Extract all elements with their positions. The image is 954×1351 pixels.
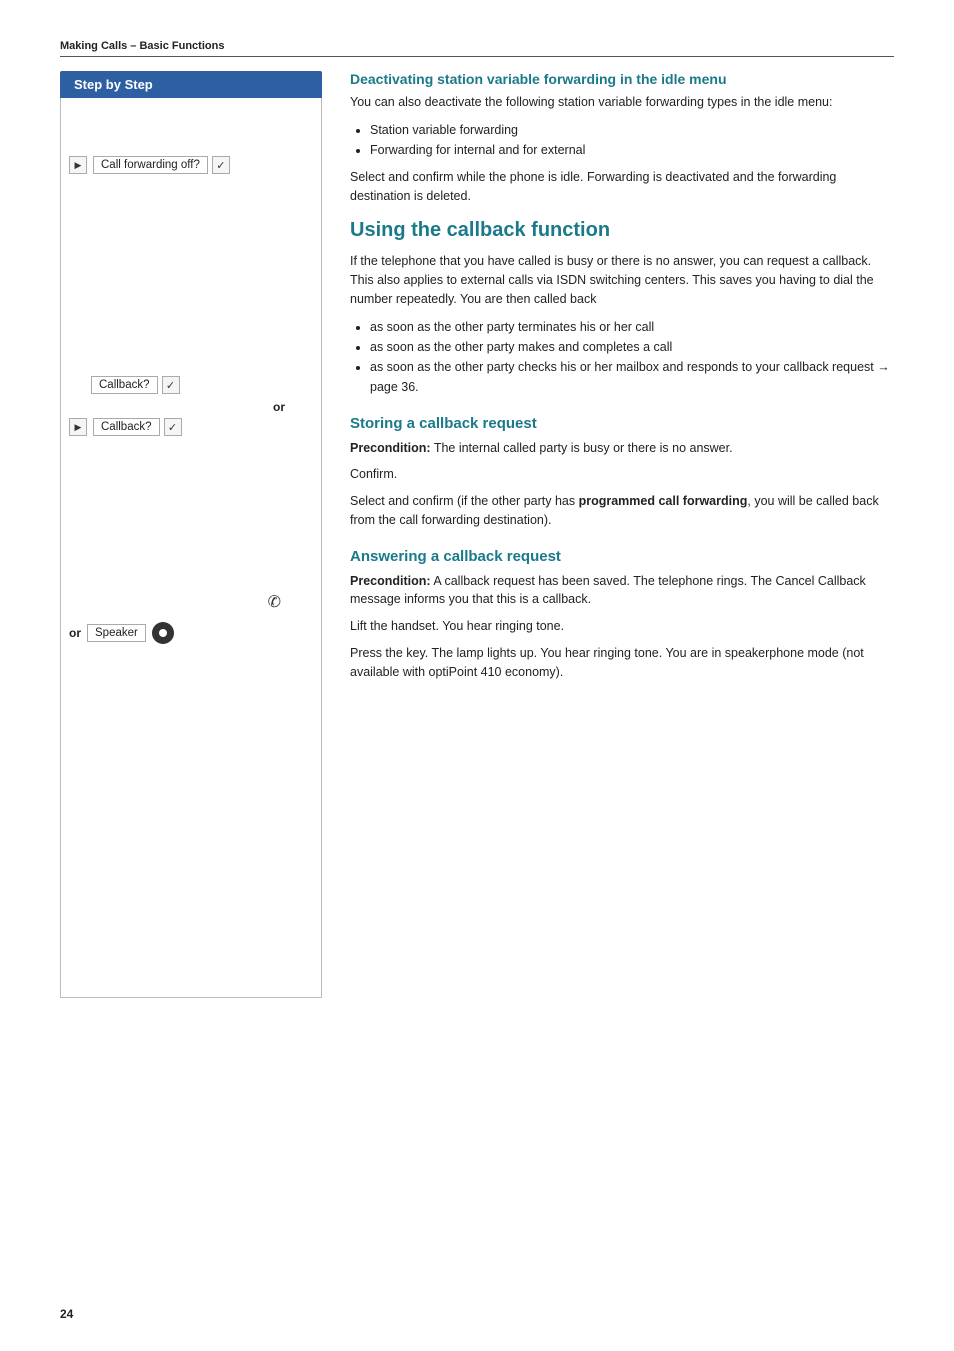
speaker-label[interactable]: Speaker xyxy=(87,624,146,642)
answering-speaker: Press the key. The lamp lights up. You h… xyxy=(350,644,894,682)
spacer-4 xyxy=(69,562,313,592)
handset-row: ✆ xyxy=(69,592,313,612)
play-icon-call-forwarding: ▶ xyxy=(69,156,87,174)
spacer-3 xyxy=(69,442,313,562)
callback-bullet-2: as soon as the other party makes and com… xyxy=(370,337,894,357)
deactivating-select-text: Select and confirm while the phone is id… xyxy=(350,168,894,206)
page-header: Making Calls – Basic Functions xyxy=(60,40,894,57)
deactivating-bullets: Station variable forwarding Forwarding f… xyxy=(350,120,894,160)
check-icon-callback-1[interactable]: ✓ xyxy=(162,376,180,394)
answering-precondition-label: Precondition: xyxy=(350,574,431,588)
handset-icon: ✆ xyxy=(268,592,281,612)
callback-intro: If the telephone that you have called is… xyxy=(350,252,894,308)
callback-1-label[interactable]: Callback? xyxy=(91,376,158,394)
or-label-1: or xyxy=(69,400,313,414)
storing-precondition-text: The internal called party is busy or the… xyxy=(434,441,733,455)
callback-bullet-3: as soon as the other party checks his or… xyxy=(370,357,894,397)
deactivating-heading: Deactivating station variable forwarding… xyxy=(350,71,894,87)
or-label-2: or xyxy=(69,626,81,640)
left-column: Step by Step ▶ Call forwarding off? ✓ xyxy=(60,71,340,998)
main-layout: Step by Step ▶ Call forwarding off? ✓ xyxy=(60,71,894,998)
callback-row-1: Callback? ✓ xyxy=(69,376,313,394)
deactivating-intro: You can also deactivate the following st… xyxy=(350,93,894,112)
storing-precondition-label: Precondition: xyxy=(350,441,431,455)
answering-lift: Lift the handset. You hear ringing tone. xyxy=(350,617,894,636)
callback-bullets: as soon as the other party terminates hi… xyxy=(350,317,894,397)
deactivating-bullet-1: Station variable forwarding xyxy=(370,120,894,140)
answering-title: Answering a callback request xyxy=(350,548,894,565)
left-col-body: ▶ Call forwarding off? ✓ Callback? ✓ xyxy=(60,98,322,998)
call-forwarding-label[interactable]: Call forwarding off? xyxy=(93,156,208,174)
storing-select-bold: programmed call forwarding xyxy=(579,494,748,508)
check-icon-call-forwarding[interactable]: ✓ xyxy=(212,156,230,174)
storing-title: Storing a callback request xyxy=(350,415,894,432)
header-title: Making Calls – Basic Functions xyxy=(60,40,224,52)
storing-confirm: Confirm. xyxy=(350,465,894,484)
callback-bullet-1: as soon as the other party terminates hi… xyxy=(370,317,894,337)
page-number: 24 xyxy=(60,1307,73,1321)
page: Making Calls – Basic Functions Step by S… xyxy=(0,0,954,1351)
callback-section-title: Using the callback function xyxy=(350,219,894,242)
answering-precondition: Precondition: A callback request has bee… xyxy=(350,572,894,610)
step-by-step-heading: Step by Step xyxy=(60,71,322,98)
right-column: Deactivating station variable forwarding… xyxy=(340,71,894,998)
check-icon-callback-2[interactable]: ✓ xyxy=(164,418,182,436)
storing-precondition: Precondition: The internal called party … xyxy=(350,439,894,458)
spacer-2 xyxy=(69,300,313,360)
speaker-row: or Speaker xyxy=(69,622,313,644)
storing-select: Select and confirm (if the other party h… xyxy=(350,492,894,530)
play-icon-callback-2: ▶ xyxy=(69,418,87,436)
callback-row-2: ▶ Callback? ✓ xyxy=(69,418,313,436)
call-forwarding-row: ▶ Call forwarding off? ✓ xyxy=(69,156,313,174)
speaker-button[interactable] xyxy=(152,622,174,644)
deactivating-bullet-2: Forwarding for internal and for external xyxy=(370,140,894,160)
spacer-1 xyxy=(69,180,313,300)
callback-2-label[interactable]: Callback? xyxy=(93,418,160,436)
